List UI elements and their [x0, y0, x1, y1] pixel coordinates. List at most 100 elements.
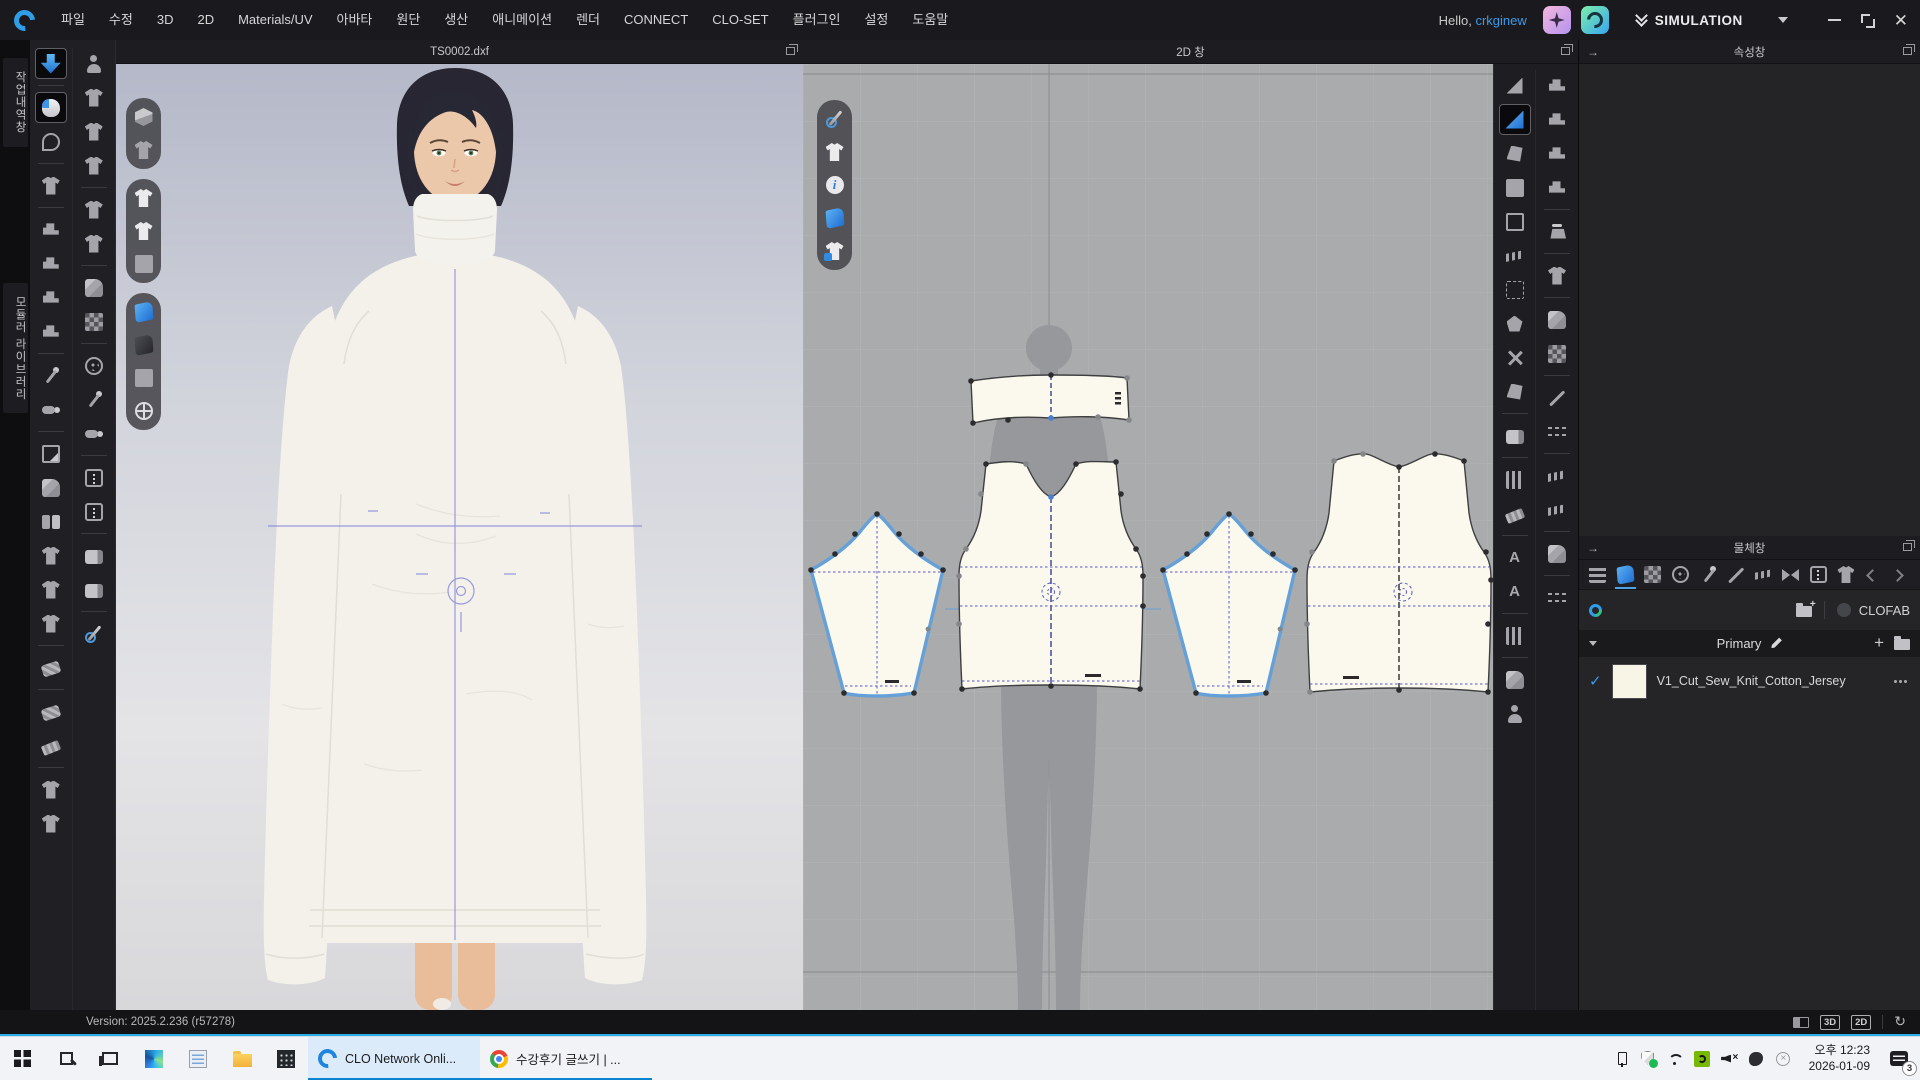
modular-library-tab[interactable]: 모듈러 라이브러리: [3, 283, 28, 413]
select-lasso-tool-button[interactable]: [35, 126, 67, 157]
object-tab-zipper[interactable]: [1806, 560, 1832, 589]
stylize-fit-tool-button[interactable]: [78, 194, 110, 225]
texture-transform-tool-button[interactable]: [78, 306, 110, 337]
rectangle-pattern-tool-button[interactable]: [1499, 172, 1531, 203]
cut-and-sew-tool-button[interactable]: [1499, 308, 1531, 339]
object-tab-puckering[interactable]: [1750, 560, 1776, 589]
object-tabs-scroll-right[interactable]: [1888, 560, 1914, 589]
particle-distance-tool-button[interactable]: [78, 272, 110, 303]
menu-item-materials-uv[interactable]: Materials/UV: [226, 0, 324, 40]
fit-to-avatar-tool-button[interactable]: [1499, 698, 1531, 729]
show-2d-pattern-toggle[interactable]: [821, 139, 848, 165]
fabric-swatch[interactable]: [1612, 664, 1647, 699]
add-folder-button[interactable]: [1796, 606, 1812, 617]
thick-textured-2d-toggle[interactable]: [821, 205, 848, 231]
ruler-tool-button[interactable]: [35, 730, 67, 761]
show-environment-toggle[interactable]: [130, 398, 157, 424]
rename-group-icon[interactable]: [1769, 637, 1782, 650]
edge-browser-button[interactable]: [132, 1037, 176, 1080]
menu-item-3d[interactable]: 3D: [145, 0, 186, 40]
elastic-tool-button[interactable]: [1541, 460, 1573, 491]
fabric-list-item[interactable]: ✓ V1_Cut_Sew_Knit_Cotton_Jersey: [1579, 657, 1920, 705]
calculator-button[interactable]: [264, 1037, 308, 1080]
pattern-outline-tool-button[interactable]: [1499, 376, 1531, 407]
collapse-panel-icon[interactable]: →: [1587, 45, 1599, 59]
nvidia-settings-icon[interactable]: [1689, 1037, 1716, 1080]
show-garment-toggle[interactable]: [130, 185, 157, 211]
menu-item-animation[interactable]: 애니메이션: [480, 0, 564, 40]
free-sewing-2d-tool-button[interactable]: [1541, 104, 1573, 135]
float-window-icon[interactable]: [1903, 543, 1912, 551]
simulate-tool-button[interactable]: [35, 48, 67, 79]
walkthrough-tool-button[interactable]: [78, 48, 110, 79]
shirring-tool-button[interactable]: [1541, 494, 1573, 525]
show-3d-uv-toggle[interactable]: [130, 137, 157, 163]
security-shield-icon[interactable]: [1635, 1037, 1662, 1080]
tuck-fabric-tool-button[interactable]: [1499, 664, 1531, 695]
username-link[interactable]: crkginew: [1475, 13, 1526, 28]
roll-edit-tool-button[interactable]: [78, 574, 110, 605]
file-explorer-button[interactable]: [220, 1037, 264, 1080]
clo-services-button[interactable]: [1581, 6, 1609, 34]
notch-tool-button[interactable]: [1499, 342, 1531, 373]
task-view-button[interactable]: [88, 1037, 132, 1080]
notification-center-button[interactable]: 3: [1878, 1037, 1920, 1080]
menu-item-avatar[interactable]: 아바타: [325, 0, 385, 40]
wifi-icon[interactable]: [1662, 1037, 1689, 1080]
texture-2d-tool-button[interactable]: [1541, 338, 1573, 369]
flattening-edit-tool-button[interactable]: [78, 150, 110, 181]
menu-item-2d[interactable]: 2D: [185, 0, 226, 40]
zipper-tool-button[interactable]: [78, 462, 110, 493]
menu-item-clo-set[interactable]: CLO-SET: [700, 0, 780, 40]
pin-tool-button[interactable]: [35, 360, 67, 391]
object-tab-buttonhole[interactable]: [1695, 560, 1721, 589]
drape-front-tool-button[interactable]: [35, 540, 67, 571]
taskbar-app-clo[interactable]: CLO Network Onli...: [308, 1037, 480, 1080]
object-tabs-scroll-left[interactable]: [1861, 560, 1887, 589]
buttonhole-tool-button[interactable]: [78, 384, 110, 415]
menu-item-connect[interactable]: CONNECT: [612, 0, 700, 40]
fabric-roll-tool-button[interactable]: [1499, 420, 1531, 451]
3d-viewport-canvas[interactable]: [116, 64, 803, 1010]
fabric-selected-check-icon[interactable]: ✓: [1589, 672, 1602, 690]
baseline-tool-button[interactable]: [1541, 382, 1573, 413]
fuse-press-tool-button[interactable]: [1541, 216, 1573, 247]
drape-garment-tool-button[interactable]: [35, 170, 67, 201]
close-button[interactable]: ✕: [1894, 14, 1908, 27]
menu-item-plugin[interactable]: 플러그인: [781, 0, 853, 40]
quilting-tool-button[interactable]: [1541, 582, 1573, 613]
menu-item-render[interactable]: 렌더: [564, 0, 612, 40]
edit-sewing-tool-button[interactable]: [35, 282, 67, 313]
fabric-more-button[interactable]: [1894, 679, 1910, 683]
usb-device-icon[interactable]: [1608, 1037, 1635, 1080]
pattern-collar[interactable]: [968, 372, 1132, 426]
collapse-group-icon[interactable]: [1589, 641, 1597, 646]
object-tab-fabric[interactable]: [1613, 560, 1639, 589]
add-fabric-button[interactable]: [1874, 635, 1884, 653]
object-tab-topstitch[interactable]: [1723, 560, 1749, 589]
taskbar-app-chrome[interactable]: 수강후기 글쓰기 | ...: [480, 1037, 652, 1080]
group-folder-button[interactable]: [1894, 639, 1910, 650]
simulation-dropdown-icon[interactable]: [1778, 17, 1788, 23]
trace-lacing-tool-button[interactable]: [1499, 240, 1531, 271]
edit-point-curve-tool-button[interactable]: [1499, 138, 1531, 169]
float-window-icon[interactable]: [1561, 47, 1570, 55]
tape-measure-tool-button[interactable]: [35, 696, 67, 727]
internal-line-tool-button[interactable]: [1541, 416, 1573, 447]
float-window-icon[interactable]: [1903, 47, 1912, 55]
wind-animation-tool-button[interactable]: [78, 82, 110, 113]
thick-textured-surface-toggle[interactable]: [130, 299, 157, 325]
search-button[interactable]: [44, 1037, 88, 1080]
inspect-sewing-tool-button[interactable]: [1541, 172, 1573, 203]
seam-taping-tool-button[interactable]: [78, 618, 110, 649]
collapse-panel-icon[interactable]: →: [1587, 541, 1599, 555]
ai-assistant-button[interactable]: [1543, 6, 1571, 34]
flatten-garment-tool-button[interactable]: [1541, 260, 1573, 291]
menu-item-help[interactable]: 도움말: [900, 0, 960, 40]
pattern-back-bodice[interactable]: [1304, 451, 1493, 695]
fold-arrangement-tool-button[interactable]: [35, 438, 67, 469]
volume-muted-icon[interactable]: [1716, 1037, 1743, 1080]
edit-pattern-tool-button[interactable]: [1499, 104, 1531, 135]
stylize-drape-tool-button[interactable]: [78, 228, 110, 259]
menu-item-settings[interactable]: 설정: [852, 0, 900, 40]
